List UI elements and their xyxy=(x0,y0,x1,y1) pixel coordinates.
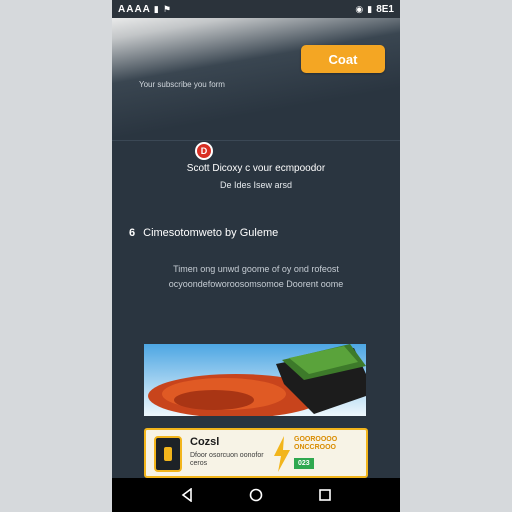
section-heading: 6 Cimesotomweto by Guleme xyxy=(129,227,278,239)
alert-badge-icon[interactable]: D xyxy=(195,142,213,160)
notice-text: Scott Dicoxy c vour ecmpoodor xyxy=(186,163,326,174)
header-divider xyxy=(112,140,400,141)
status-bar-left: AAAA ▮ ⚑ xyxy=(118,4,172,15)
wifi-icon: ◉ xyxy=(355,3,364,14)
status-text-right: 8E1 xyxy=(376,3,394,15)
status-bar-right: ◉ ▮ 8E1 xyxy=(355,4,394,15)
promo-card[interactable]: Cozsl Dfoor osorcuon oonofor ceros GOORO… xyxy=(144,428,368,478)
lightning-icon xyxy=(274,436,290,472)
turf-granules-illustration xyxy=(148,344,366,416)
status-bar: AAAA ▮ ⚑ ◉ ▮ 8E1 xyxy=(112,0,400,18)
section-number: 6 xyxy=(129,227,136,239)
back-icon xyxy=(181,488,192,502)
coat-button[interactable]: Coat xyxy=(301,45,385,73)
home-button[interactable] xyxy=(246,485,266,505)
promo-offer-badge[interactable]: 023 xyxy=(294,458,314,469)
battery-icon: ▮ xyxy=(367,3,373,14)
notification-icon: ▮ xyxy=(153,3,160,14)
hero-image[interactable] xyxy=(144,344,366,416)
phone-screen: AAAA ▮ ⚑ ◉ ▮ 8E1 Coat Your subscribe you… xyxy=(112,0,400,512)
recents-button[interactable] xyxy=(315,485,335,505)
signal-icon: ⚑ xyxy=(162,3,172,14)
back-button[interactable] xyxy=(177,485,197,505)
promo-panel: GOOROOOO ONCCROOO 023 xyxy=(294,436,360,472)
header-banner xyxy=(112,18,400,140)
app-logo-icon xyxy=(154,436,182,472)
status-text-left: AAAA xyxy=(118,3,151,15)
promo-panel-title: GOOROOOO ONCCROOO xyxy=(294,436,338,451)
header-subtitle: Your subscribe you form xyxy=(139,80,225,89)
promo-text: Dfoor osorcuon oonofor ceros xyxy=(190,452,264,467)
home-icon xyxy=(249,488,263,502)
navigation-bar xyxy=(112,478,400,512)
notice-subtext: De Ides Isew arsd xyxy=(219,180,293,190)
description-paragraph: Timen ong unwd goome of oy ond rofeost o… xyxy=(168,264,344,289)
recents-icon xyxy=(319,489,332,501)
section-title: Cimesotomweto by Guleme xyxy=(143,227,279,239)
promo-title: Cozsl xyxy=(190,436,220,448)
